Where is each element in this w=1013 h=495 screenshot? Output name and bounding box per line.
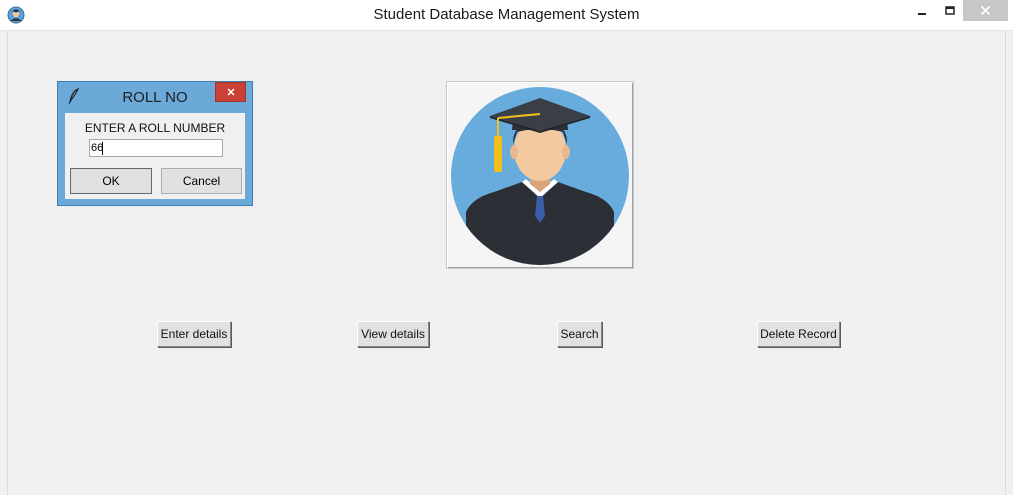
delete-record-button[interactable]: Delete Record [757,321,840,347]
dialog-body: ENTER A ROLL NUMBER OK Cancel [65,113,245,199]
close-button[interactable] [963,0,1008,21]
roll-number-prompt: ENTER A ROLL NUMBER [84,121,226,135]
minimize-icon [918,12,926,15]
roll-number-dialog: ROLL NO ENTER A ROLL NUMBER OK Cancel [57,81,253,206]
close-icon [226,88,235,96]
minimize-button[interactable] [907,0,937,21]
text-caret [102,142,103,155]
window-titlebar: Student Database Management System [0,0,1013,31]
window-title: Student Database Management System [373,6,640,23]
graduate-avatar-image [451,87,629,265]
search-button[interactable]: Search [557,321,602,347]
enter-details-button[interactable]: Enter details [157,321,231,347]
maximize-button[interactable] [937,0,963,21]
ok-button[interactable]: OK [70,168,152,194]
roll-number-input[interactable] [89,139,223,157]
student-photo-panel [446,81,634,269]
close-icon [980,5,991,16]
cancel-button[interactable]: Cancel [161,168,242,194]
view-details-button[interactable]: View details [357,321,429,347]
maximize-icon [945,5,955,15]
dialog-close-button[interactable] [215,82,246,102]
